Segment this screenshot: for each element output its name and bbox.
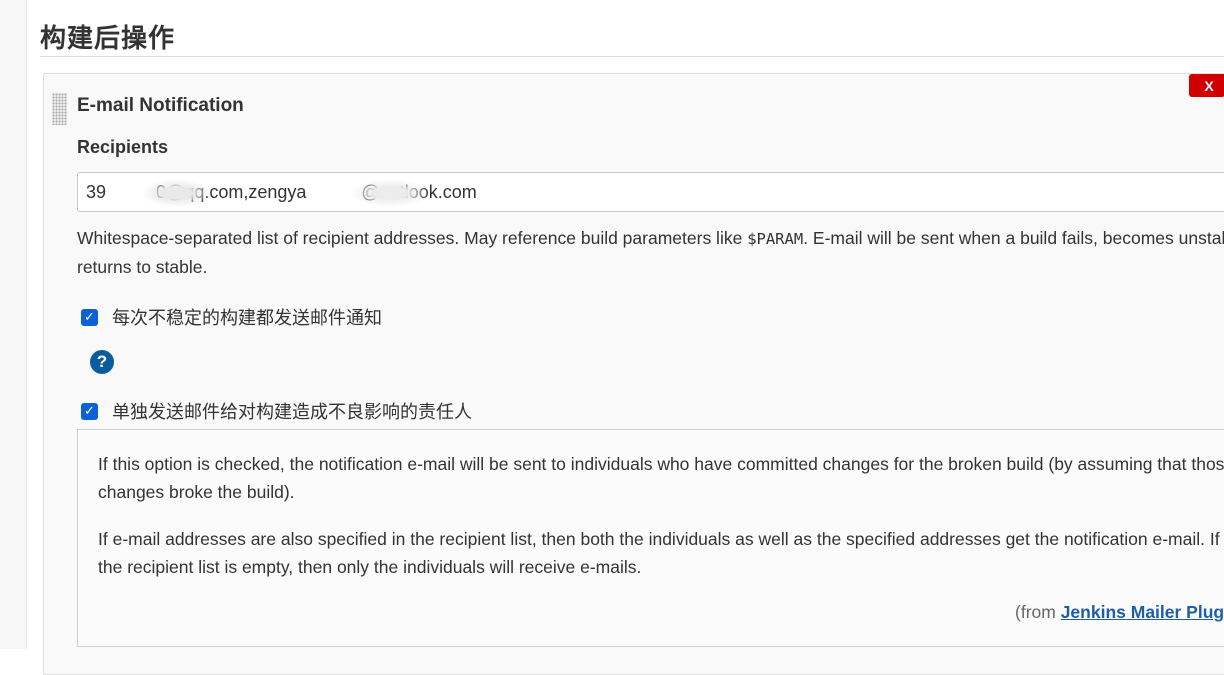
- option-send-to-culprits[interactable]: ✓ 单独发送邮件给对构建造成不良影响的责任人: [81, 398, 472, 424]
- redaction-blur: [142, 179, 212, 207]
- help-box: If this option is checked, the notificat…: [77, 429, 1224, 647]
- recipients-help-text: Whitespace-separated list of recipient a…: [77, 228, 1224, 277]
- redaction-blur: [350, 179, 430, 207]
- plugin-link[interactable]: Jenkins Mailer Plugin: [1061, 602, 1224, 622]
- checkbox-checked-icon[interactable]: ✓: [81, 308, 98, 326]
- help-icon[interactable]: ?: [90, 350, 114, 374]
- recipients-input[interactable]: [77, 172, 1224, 212]
- option-unstable-every-build[interactable]: ✓ 每次不稳定的构建都发送邮件通知: [81, 304, 382, 330]
- delete-step-button[interactable]: X: [1189, 74, 1224, 97]
- help-paragraph: If this option is checked, the notificat…: [98, 454, 1224, 502]
- section-title: 构建后操作: [40, 24, 176, 54]
- left-sidebar-strip: [0, 0, 27, 649]
- section-divider: [40, 56, 1224, 57]
- publisher-title: E-mail Notification: [77, 95, 244, 116]
- drag-handle-icon[interactable]: [52, 93, 67, 125]
- help-paragraph: If e-mail addresses are also specified i…: [98, 529, 1220, 577]
- email-notification-panel: X E-mail Notification Recipients Whitesp…: [43, 73, 1224, 675]
- option-label: 单独发送邮件给对构建造成不良影响的责任人: [112, 402, 472, 423]
- checkbox-checked-icon[interactable]: ✓: [81, 402, 98, 420]
- plugin-attribution: (from Jenkins Mailer Plugin): [1015, 602, 1224, 623]
- option-label: 每次不稳定的构建都发送邮件通知: [112, 308, 382, 329]
- param-code: $PARAM: [747, 230, 804, 248]
- recipients-label: Recipients: [77, 137, 169, 157]
